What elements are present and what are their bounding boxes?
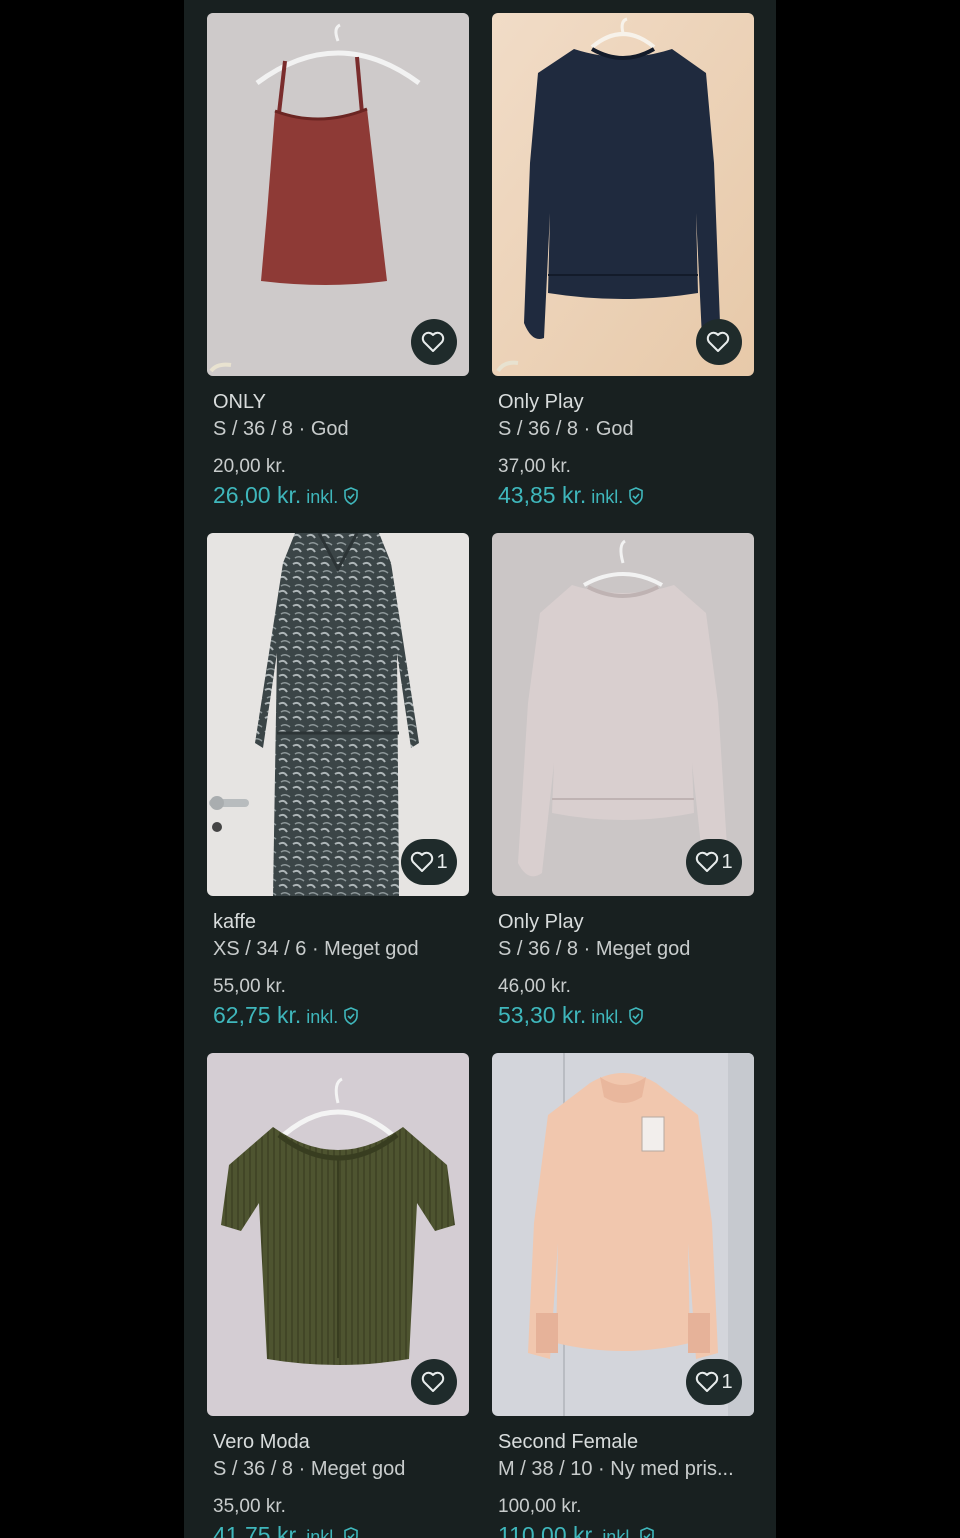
shield-check-icon[interactable] <box>628 1007 644 1028</box>
heart-icon <box>706 331 730 352</box>
favorite-button[interactable]: 1 <box>686 839 742 885</box>
product-photo[interactable] <box>492 13 754 376</box>
price-incl-protection: 43,85 kr. <box>498 482 587 508</box>
product-price: 37,00 kr. <box>498 456 571 477</box>
heart-icon <box>696 1371 719 1392</box>
product-price: 46,00 kr. <box>498 976 571 997</box>
product-price: 55,00 kr. <box>213 976 286 997</box>
product-photo[interactable]: 1 <box>492 533 754 896</box>
product-size-condition: S / 36 / 8 · Meget god <box>213 1458 406 1480</box>
product-brand: Vero Moda <box>213 1431 310 1453</box>
heart-icon <box>411 851 434 872</box>
favorite-button[interactable] <box>411 1359 457 1405</box>
favorite-button[interactable] <box>696 319 742 365</box>
product-price: 20,00 kr. <box>213 456 286 477</box>
like-count: 1 <box>721 1370 733 1393</box>
shield-check-icon[interactable] <box>639 1527 655 1538</box>
incl-label: inkl. <box>306 487 339 507</box>
listing-screen: ONLY S / 36 / 8 · God 20,00 kr. 26,00 kr… <box>184 0 776 1538</box>
price-incl-protection: 53,30 kr. <box>498 1002 587 1028</box>
product-brand: Second Female <box>498 1431 639 1453</box>
product-grid: ONLY S / 36 / 8 · God 20,00 kr. 26,00 kr… <box>207 13 754 1538</box>
product-brand: Only Play <box>498 391 584 413</box>
product-photo[interactable]: 1 <box>207 533 469 896</box>
heart-icon <box>421 331 445 352</box>
shield-check-icon[interactable] <box>343 487 359 508</box>
product-card[interactable]: 1 Only Play S / 36 / 8 · Meget god 46,00… <box>492 533 754 1053</box>
product-size-condition: M / 38 / 10 · Ny med pris... <box>498 1458 734 1480</box>
product-card[interactable]: Only Play S / 36 / 8 · God 37,00 kr. 43,… <box>492 13 754 533</box>
heart-icon <box>421 1371 445 1392</box>
like-count: 1 <box>436 850 448 873</box>
product-photo[interactable] <box>207 1053 469 1416</box>
price-incl-protection: 110,00 kr. <box>498 1522 598 1538</box>
incl-label: inkl. <box>602 1527 635 1538</box>
product-price: 100,00 kr. <box>498 1496 582 1517</box>
product-size-condition: S / 36 / 8 · God <box>498 418 634 440</box>
product-brand: ONLY <box>213 391 266 413</box>
incl-label: inkl. <box>591 1007 624 1027</box>
favorite-button[interactable]: 1 <box>686 1359 742 1405</box>
shield-check-icon[interactable] <box>343 1007 359 1028</box>
shield-check-icon[interactable] <box>343 1527 359 1538</box>
product-card[interactable]: Vero Moda S / 36 / 8 · Meget god 35,00 k… <box>207 1053 469 1538</box>
product-card[interactable]: 1 Second Female M / 38 / 10 · Ny med pri… <box>492 1053 754 1538</box>
heart-icon <box>696 851 719 872</box>
favorite-button[interactable] <box>411 319 457 365</box>
product-price: 35,00 kr. <box>213 1496 286 1517</box>
product-size-condition: S / 36 / 8 · God <box>213 418 349 440</box>
favorite-button[interactable]: 1 <box>401 839 457 885</box>
shield-check-icon[interactable] <box>628 487 644 508</box>
price-incl-protection: 62,75 kr. <box>213 1002 302 1028</box>
price-incl-protection: 41,75 kr. <box>213 1522 302 1538</box>
product-size-condition: S / 36 / 8 · Meget god <box>498 938 691 960</box>
product-brand: kaffe <box>213 911 256 933</box>
product-card[interactable]: ONLY S / 36 / 8 · God 20,00 kr. 26,00 kr… <box>207 13 469 533</box>
product-size-condition: XS / 34 / 6 · Meget god <box>213 938 419 960</box>
product-card[interactable]: 1 kaffe XS / 34 / 6 · Meget god 55,00 kr… <box>207 533 469 1053</box>
product-photo[interactable]: 1 <box>492 1053 754 1416</box>
incl-label: inkl. <box>306 1527 339 1538</box>
like-count: 1 <box>721 850 733 873</box>
incl-label: inkl. <box>306 1007 339 1027</box>
product-photo[interactable] <box>207 13 469 376</box>
price-incl-protection: 26,00 kr. <box>213 482 302 508</box>
product-brand: Only Play <box>498 911 584 933</box>
incl-label: inkl. <box>591 487 624 507</box>
